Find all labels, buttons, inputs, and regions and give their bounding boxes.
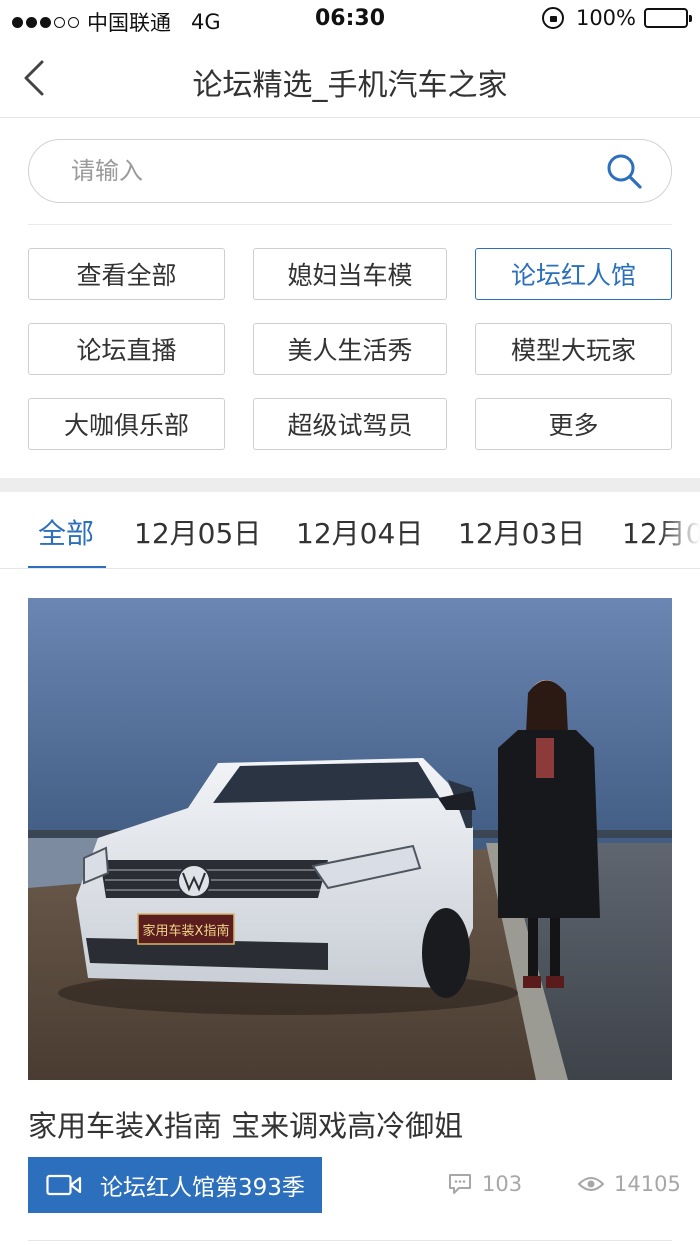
search-input[interactable] xyxy=(71,140,591,201)
divider xyxy=(28,1240,672,1241)
category-model-players[interactable]: 模型大玩家 xyxy=(475,323,672,375)
category-label: 大咖俱乐部 xyxy=(63,411,189,440)
plate-text: 家用车装X指南 xyxy=(143,923,230,939)
article-image[interactable]: 家用车装X指南 xyxy=(28,598,672,1080)
status-bar: 中国联通 4G 06:30 100% xyxy=(0,0,700,40)
category-label: 论坛红人馆 xyxy=(510,261,636,290)
page-title: 论坛精选_手机汽车之家 xyxy=(192,68,508,103)
comment-count-value: 103 xyxy=(482,1172,523,1196)
category-label: 超级试驾员 xyxy=(287,411,413,440)
category-forum-live[interactable]: 论坛直播 xyxy=(28,323,225,375)
status-right: 100% xyxy=(541,6,692,30)
season-tag-label: 论坛红人馆第393季 xyxy=(100,1175,305,1201)
tab-dec-04[interactable]: 12月04日 xyxy=(296,512,423,552)
battery-percent: 100% xyxy=(575,6,636,30)
battery-icon xyxy=(644,8,692,28)
search-icon[interactable] xyxy=(605,152,643,190)
category-label: 论坛直播 xyxy=(76,336,177,365)
orientation-lock-icon xyxy=(541,7,564,29)
category-label: 模型大玩家 xyxy=(510,336,636,365)
tab-dec-05[interactable]: 12月05日 xyxy=(134,512,261,552)
category-label: 媳妇当车模 xyxy=(287,261,413,290)
category-forum-celebrities[interactable]: 论坛红人馆 xyxy=(475,248,672,300)
comment-icon xyxy=(449,1174,471,1194)
view-count-value: 14105 xyxy=(614,1172,681,1196)
season-tag-button[interactable]: 论坛红人馆第393季 xyxy=(28,1157,322,1213)
eye-icon xyxy=(578,1177,604,1191)
view-count: 14105 xyxy=(578,1172,681,1196)
category-beauty-life[interactable]: 美人生活秀 xyxy=(253,323,447,375)
comment-count: 103 xyxy=(448,1172,522,1196)
tab-all[interactable]: 全部 xyxy=(38,512,94,552)
car-photo: 家用车装X指南 xyxy=(28,598,672,1080)
category-super-test-driver[interactable]: 超级试驾员 xyxy=(253,398,447,450)
active-tab-indicator xyxy=(28,566,106,568)
search-bar[interactable] xyxy=(28,139,672,203)
category-label: 更多 xyxy=(548,411,599,440)
article-title[interactable]: 家用车装X指南 宝来调戏高冷御姐 xyxy=(28,1103,463,1145)
nav-bar: 论坛精选_手机汽车之家 xyxy=(0,40,700,118)
category-view-all[interactable]: 查看全部 xyxy=(28,248,225,300)
section-divider xyxy=(0,478,700,492)
date-tab-bar: 全部 12月05日 12月04日 12月03日 12月0 xyxy=(0,492,700,569)
category-label: 查看全部 xyxy=(76,261,177,290)
category-more[interactable]: 更多 xyxy=(475,398,672,450)
category-wife-model[interactable]: 媳妇当车模 xyxy=(253,248,447,300)
tab-fade xyxy=(660,492,700,568)
category-vip-club[interactable]: 大咖俱乐部 xyxy=(28,398,225,450)
tab-dec-03[interactable]: 12月03日 xyxy=(458,512,585,552)
video-camera-icon xyxy=(46,1174,82,1196)
divider xyxy=(28,224,672,225)
category-label: 美人生活秀 xyxy=(287,336,413,365)
